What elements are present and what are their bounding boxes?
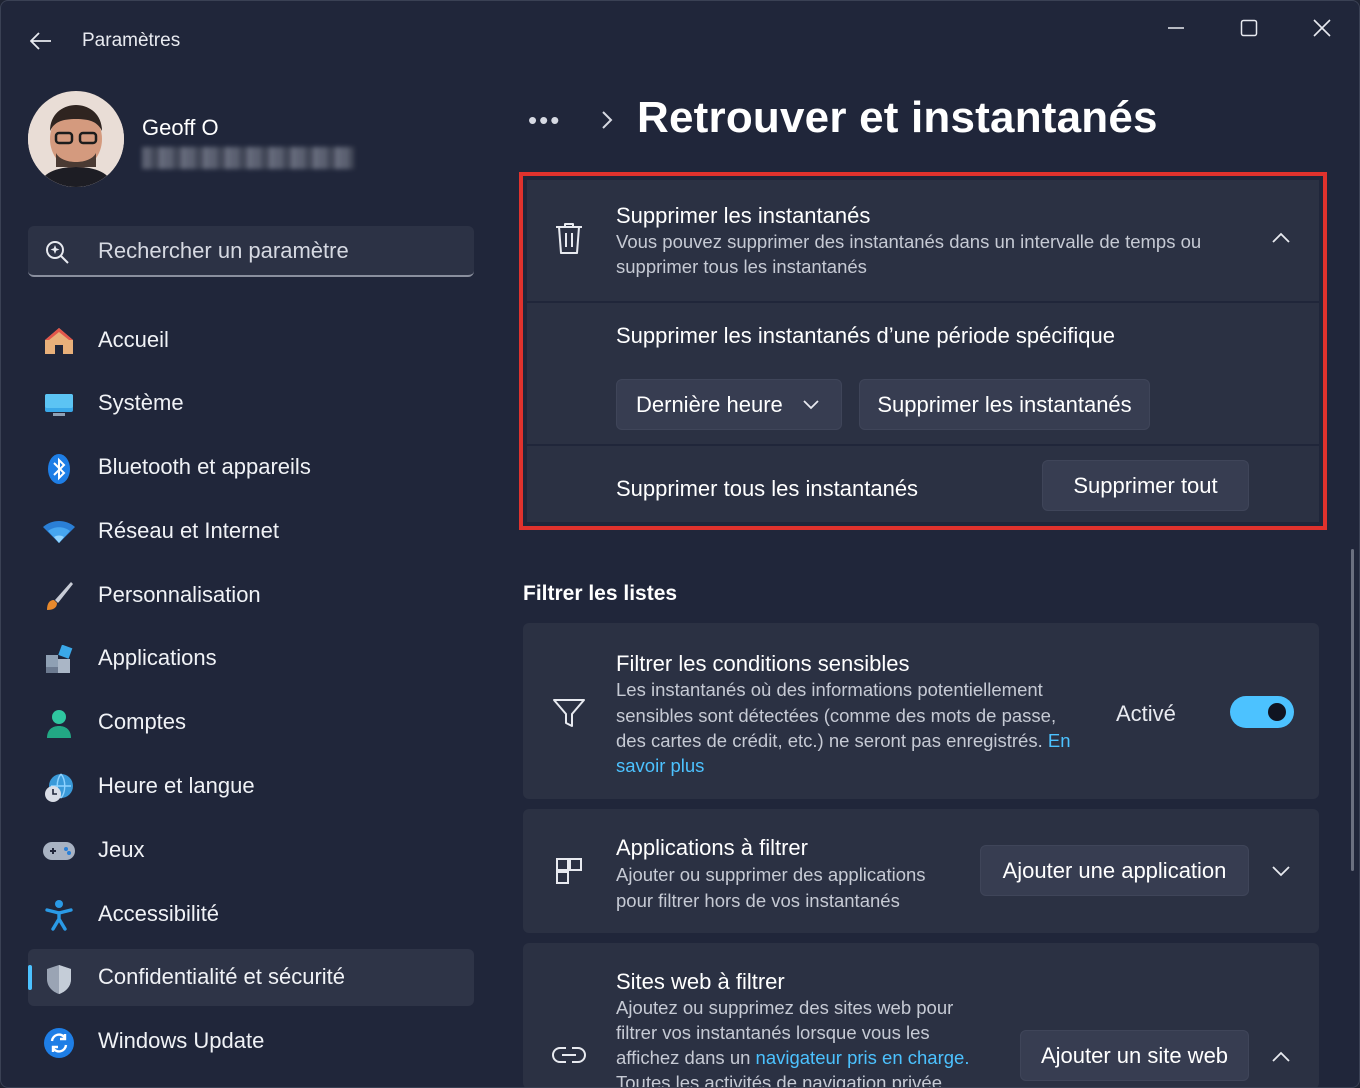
title-bar: Paramètres [1, 1, 1359, 81]
sidebar-item-heure-langue[interactable]: Heure et langue [28, 758, 474, 815]
sensitive-filter-card: Filtrer les conditions sensibles Les ins… [523, 623, 1319, 799]
sensitive-card-desc-3: des cartes de crédit, etc.) ne seront pa… [616, 728, 1071, 754]
minimize-icon [1168, 27, 1184, 29]
chevron-up-icon[interactable] [1267, 1044, 1295, 1068]
close-button[interactable] [1302, 11, 1342, 45]
sites-card-desc-1: Ajoutez ou supprimez des sites web pour [616, 997, 954, 1018]
gamepad-icon [42, 835, 76, 867]
wifi-icon [42, 516, 76, 548]
sites-card-desc-3-text: affichez dans un [616, 1047, 751, 1068]
home-icon [42, 325, 76, 357]
learn-more-link-part1[interactable]: En [1048, 730, 1071, 751]
bluetooth-icon [42, 453, 76, 485]
user-email-redacted [142, 147, 354, 169]
learn-more-link-part2[interactable]: savoir plus [616, 753, 704, 779]
user-name: Geoff O [142, 115, 219, 140]
sensitive-card-desc-3-text: des cartes de crédit, etc.) ne seront pa… [616, 730, 1043, 751]
apps-filter-card: Applications à filtrer Ajouter ou suppri… [523, 809, 1319, 933]
sidebar-item-jeux[interactable]: Jeux [28, 821, 474, 878]
sidebar-item-bluetooth[interactable]: Bluetooth et appareils [28, 439, 474, 496]
sites-filter-card: Sites web à filtrer Ajoutez ou supprimez… [523, 943, 1319, 1088]
apps-card-title: Applications à filtrer [616, 835, 808, 860]
sidebar-item-windows-update[interactable]: Windows Update [28, 1013, 474, 1070]
maximize-button[interactable] [1229, 11, 1269, 45]
close-icon [1313, 19, 1331, 37]
chevron-right-icon [602, 111, 613, 129]
filter-icon [549, 693, 589, 733]
sidebar-item-comptes[interactable]: Comptes [28, 694, 474, 751]
scrollbar[interactable] [1351, 549, 1354, 871]
sidebar-item-reseau[interactable]: Réseau et Internet [28, 502, 474, 559]
search-box[interactable] [28, 226, 474, 277]
highlight-box [519, 172, 1327, 530]
accessibility-icon [42, 899, 76, 931]
brush-icon [42, 580, 76, 612]
apps-card-desc-1: Ajouter ou supprimer des applications [616, 864, 926, 885]
update-icon [42, 1027, 76, 1059]
maximize-icon [1240, 19, 1258, 37]
sidebar-item-systeme[interactable]: Système [28, 375, 474, 432]
search-input[interactable] [98, 226, 458, 275]
sidebar-nav: Accueil Système Bluetooth et appareils R… [28, 311, 474, 1077]
toggle-knob [1268, 703, 1286, 721]
link-icon [549, 1035, 589, 1075]
sensitive-card-desc-1: Les instantanés où des informations pote… [616, 679, 1043, 700]
app-filter-icon [549, 851, 589, 891]
sites-card-desc-2: filtrer vos instantanés lorsque vous les [616, 1022, 930, 1043]
chevron-down-icon[interactable] [1267, 859, 1295, 883]
monitor-icon [42, 389, 76, 421]
arrow-left-icon [30, 32, 51, 50]
sensitive-card-title: Filtrer les conditions sensibles [616, 651, 910, 676]
app-title: Paramètres [82, 30, 181, 51]
sidebar-item-personnalisation[interactable]: Personnalisation [28, 566, 474, 623]
toggle-state-label: Activé [1116, 701, 1176, 726]
sites-card-title: Sites web à filtrer [616, 969, 785, 994]
page-title: Retrouver et instantanés [637, 93, 1158, 142]
supported-browser-link[interactable]: navigateur pris en charge. [756, 1047, 970, 1068]
breadcrumb-overflow-button[interactable]: ••• [528, 105, 568, 135]
filter-section-title: Filtrer les listes [523, 582, 678, 605]
shield-icon [42, 963, 76, 995]
sites-card-desc-3: affichez dans un navigateur pris en char… [616, 1045, 969, 1071]
search-icon [46, 241, 69, 264]
add-app-button[interactable]: Ajouter une application [980, 845, 1249, 896]
avatar[interactable] [28, 91, 124, 187]
add-site-button[interactable]: Ajouter un site web [1020, 1030, 1249, 1081]
settings-window: Paramètres Geoff O Rechercher un paramèt… [0, 0, 1360, 1088]
sites-card-desc-4: Toutes les activités de navigation privé… [616, 1072, 942, 1088]
back-button[interactable] [25, 27, 57, 55]
apps-card-desc-2: pour filtrer hors de vos instantanés [616, 890, 900, 911]
person-icon [42, 708, 76, 740]
sidebar-item-accueil[interactable]: Accueil [28, 311, 474, 368]
globe-clock-icon [42, 772, 76, 804]
sidebar-item-confidentialite[interactable]: Confidentialité et sécurité [28, 948, 474, 1006]
sensitive-filter-toggle[interactable] [1230, 696, 1294, 728]
sidebar-item-accessibilite[interactable]: Accessibilité [28, 885, 474, 942]
apps-icon [42, 644, 76, 676]
sensitive-card-desc-2: sensibles sont détectées (comme des mots… [616, 705, 1057, 726]
sidebar-item-applications[interactable]: Applications [28, 630, 474, 687]
user-photo-icon [28, 91, 124, 187]
minimize-button[interactable] [1156, 11, 1196, 45]
